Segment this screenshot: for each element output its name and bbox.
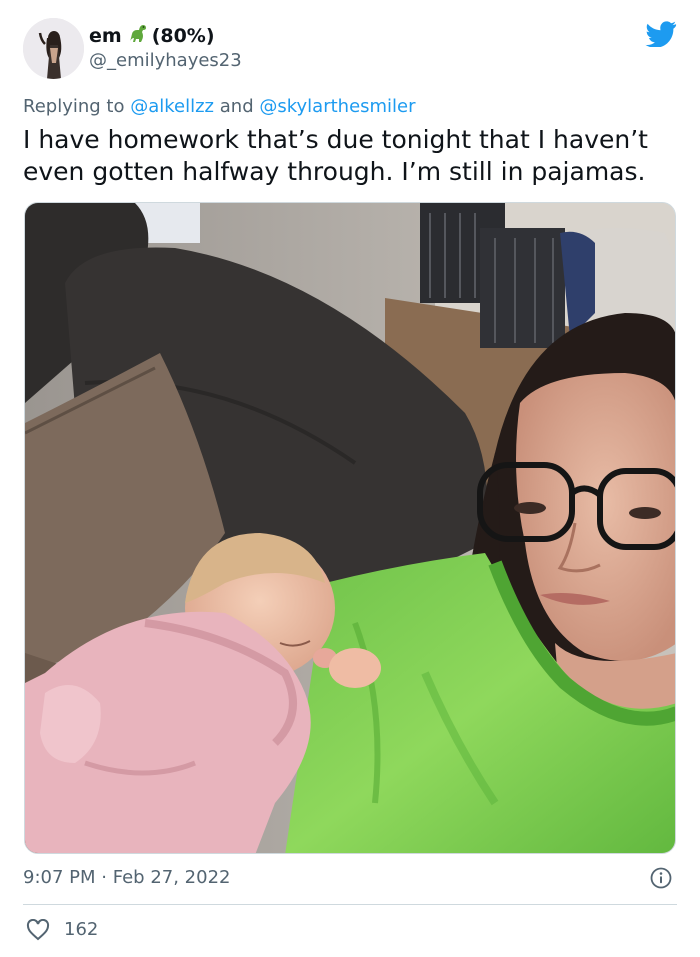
tweet-time: 9:07 PM	[23, 867, 96, 888]
info-icon[interactable]	[650, 867, 672, 889]
mention-link-skylarthesmiler[interactable]: @skylarthesmiler	[259, 96, 415, 117]
divider	[23, 904, 677, 905]
tweet-timestamp[interactable]: 9:07 PM · Feb 27, 2022	[23, 867, 230, 888]
timestamp-separator: ·	[101, 867, 107, 888]
like-count[interactable]: 162	[64, 919, 98, 940]
display-name-text: em	[89, 24, 122, 47]
replying-prefix: Replying to	[23, 96, 125, 117]
replying-to-line: Replying to @alkellzz and @skylarthesmil…	[23, 96, 416, 117]
tweet-photo[interactable]	[24, 202, 676, 854]
tweet-date: Feb 27, 2022	[112, 867, 231, 888]
twitter-bird-icon[interactable]	[645, 21, 677, 48]
mention-link-alkellzz[interactable]: @alkellzz	[130, 96, 214, 117]
tweet-card: em (80%) @_emilyhayes23 Replying to @alk…	[0, 0, 700, 957]
tweet-text: I have homework that’s due tonight that …	[23, 125, 648, 186]
heart-icon[interactable]	[26, 918, 50, 941]
replying-joiner: and	[219, 96, 254, 117]
avatar[interactable]	[23, 18, 84, 79]
display-name[interactable]: em (80%)	[89, 22, 215, 49]
battery-status: (80%)	[151, 24, 215, 47]
user-handle[interactable]: @_emilyhayes23	[89, 50, 242, 71]
dinosaur-emoji-icon	[126, 22, 148, 49]
